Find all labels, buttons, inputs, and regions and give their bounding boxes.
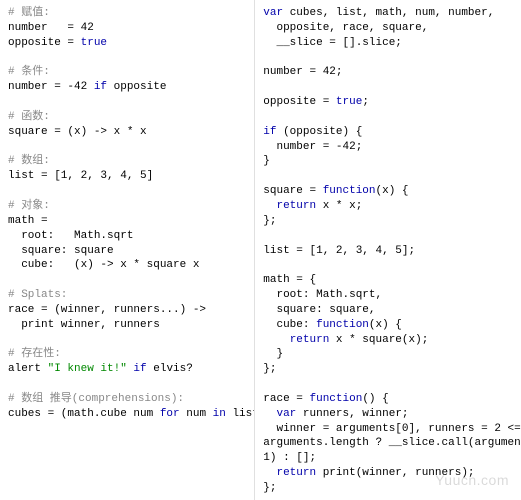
comment: # 赋值: bbox=[8, 7, 50, 19]
comment: # Splats: bbox=[8, 289, 67, 301]
comment: # 数组 推导(comprehensions): bbox=[8, 393, 184, 405]
javascript-pane: var cubes, list, math, num, number, oppo… bbox=[255, 0, 521, 500]
coffeescript-pane: # 赋值: number = 42 opposite = true # 条件: … bbox=[0, 0, 255, 500]
comment: # 条件: bbox=[8, 66, 50, 78]
javascript-code: var cubes, list, math, num, number, oppo… bbox=[263, 6, 513, 500]
comment: # 函数: bbox=[8, 111, 50, 123]
comment: # 对象: bbox=[8, 200, 50, 212]
comment: # 数组: bbox=[8, 155, 50, 167]
watermark: Yuucn.com bbox=[435, 471, 509, 490]
comment: # 存在性: bbox=[8, 348, 61, 360]
coffeescript-code: # 赋值: number = 42 opposite = true # 条件: … bbox=[8, 6, 246, 422]
